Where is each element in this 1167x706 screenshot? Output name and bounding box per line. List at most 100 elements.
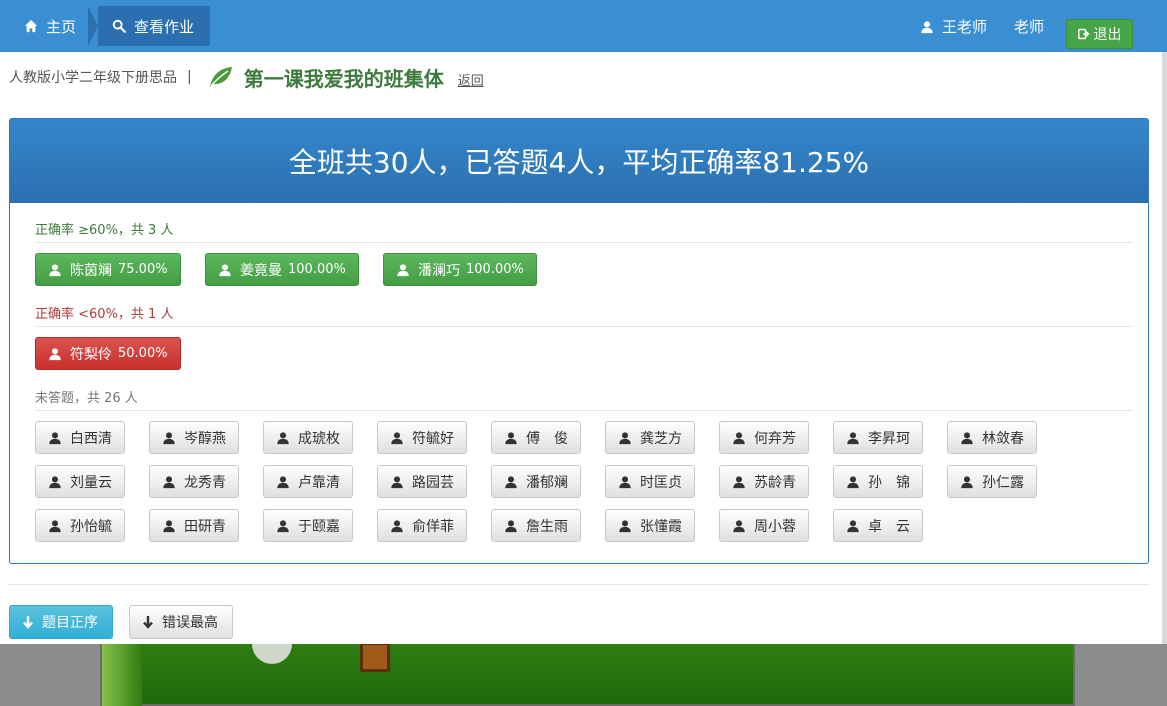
student-button[interactable]: 卓 云 (833, 509, 923, 542)
nav-home[interactable]: 主页 (10, 6, 90, 46)
back-link[interactable]: 返回 (458, 70, 484, 89)
student-button[interactable]: 潘澜巧 100.00% (383, 253, 537, 286)
student-button[interactable]: 刘量云 (35, 465, 125, 498)
user-icon (163, 519, 175, 532)
student-button[interactable]: 姜竟曼 100.00% (205, 253, 359, 286)
student-button[interactable]: 岑醇燕 (149, 421, 239, 454)
student-button[interactable]: 成琥枚 (263, 421, 353, 454)
user-icon (49, 347, 61, 360)
user-icon (277, 475, 289, 488)
student-button[interactable]: 龚芝方 (605, 421, 695, 454)
summary-text: 全班共30人，已答题4人，平均正确率81.25% (288, 146, 870, 179)
sort-by-error-button[interactable]: 错误最高 (129, 605, 233, 639)
user-icon (163, 431, 175, 444)
user-icon (219, 263, 231, 276)
background-shape (252, 642, 292, 664)
nav-user[interactable]: 王老师 (920, 16, 987, 37)
student-name: 岑醇燕 (184, 430, 226, 447)
student-button[interactable]: 周小蓉 (719, 509, 809, 542)
student-name: 姜竟曼 (240, 262, 282, 279)
student-button[interactable]: 路园芸 (377, 465, 467, 498)
divider (35, 326, 1133, 327)
summary-header: 全班共30人，已答题4人，平均正确率81.25% (10, 119, 1148, 203)
student-name: 陈茵斓 (70, 262, 112, 279)
student-button[interactable]: 张懂霞 (605, 509, 695, 542)
student-button[interactable]: 俞佯菲 (377, 509, 467, 542)
student-name: 孙仁露 (982, 474, 1024, 491)
student-name: 龚芝方 (640, 430, 682, 447)
nav-view-homework[interactable]: 查看作业 (88, 6, 211, 46)
student-button[interactable]: 詹生雨 (491, 509, 581, 542)
arrow-down-icon (143, 616, 153, 629)
student-button[interactable]: 何弃芳 (719, 421, 809, 454)
student-name: 林敛春 (982, 430, 1024, 447)
user-icon (505, 431, 517, 444)
student-button[interactable]: 田研青 (149, 509, 239, 542)
home-icon (24, 19, 38, 33)
student-button[interactable]: 孙仁露 (947, 465, 1037, 498)
footer-divider (9, 584, 1149, 585)
user-icon (391, 519, 403, 532)
user-icon (391, 431, 403, 444)
student-name: 傅 俊 (526, 430, 568, 447)
user-icon (277, 519, 289, 532)
student-button[interactable]: 时匡贞 (605, 465, 695, 498)
sort-by-question-button[interactable]: 题目正序 (9, 605, 113, 639)
group-label-unanswered: 未答题，共 26 人 (35, 391, 138, 406)
nav-home-label: 主页 (46, 17, 77, 36)
student-button[interactable]: 白西清 (35, 421, 125, 454)
student-button[interactable]: 符毓好 (377, 421, 467, 454)
student-button[interactable]: 龙秀青 (149, 465, 239, 498)
student-button[interactable]: 孙 锦 (833, 465, 923, 498)
breadcrumb-separator: | (187, 69, 192, 85)
student-button[interactable]: 陈茵斓 75.00% (35, 253, 181, 286)
student-name: 苏龄青 (754, 474, 796, 491)
background-scene (100, 640, 1075, 706)
student-name: 龙秀青 (184, 474, 226, 491)
group-label-pass: 正确率 ≥60%，共 3 人 (35, 223, 174, 238)
student-name: 潘澜巧 (418, 262, 460, 279)
student-button[interactable]: 孙怡毓 (35, 509, 125, 542)
lesson-title: 第一课我爱我的班集体 (243, 66, 444, 91)
user-icon (847, 431, 859, 444)
breadcrumb-course[interactable]: 人教版小学二年级下册思品 (9, 67, 177, 87)
student-name: 于颐嘉 (298, 518, 340, 535)
user-icon (49, 431, 61, 444)
student-name: 詹生雨 (526, 518, 568, 535)
divider (35, 242, 1133, 243)
student-score: 100.00% (466, 262, 524, 277)
logout-button[interactable]: 退出 (1066, 19, 1133, 49)
student-score: 75.00% (118, 262, 168, 277)
student-button[interactable]: 于颐嘉 (263, 509, 353, 542)
user-icon (733, 475, 745, 488)
student-name: 李昇珂 (868, 430, 910, 447)
student-name: 符毓好 (412, 430, 454, 447)
student-button[interactable]: 潘郁斓 (491, 465, 581, 498)
user-icon (733, 431, 745, 444)
background-grass (102, 642, 142, 706)
user-icon (619, 475, 631, 488)
student-name: 刘量云 (70, 474, 112, 491)
results-panel: 全班共30人，已答题4人，平均正确率81.25% 正确率 ≥60%，共 3 人 … (9, 118, 1149, 564)
user-icon (391, 475, 403, 488)
student-name: 何弃芳 (754, 430, 796, 447)
sort-by-question-label: 题目正序 (42, 615, 98, 631)
breadcrumb: 人教版小学二年级下册思品 | 第一课我爱我的班集体 返回 (9, 60, 484, 94)
student-name: 卓 云 (868, 518, 910, 535)
student-button[interactable]: 林敛春 (947, 421, 1037, 454)
logout-label: 退出 (1093, 27, 1122, 43)
leaf-icon (209, 67, 232, 87)
student-button[interactable]: 李昇珂 (833, 421, 923, 454)
user-icon (163, 475, 175, 488)
student-button[interactable]: 符梨伶 50.00% (35, 337, 181, 370)
student-button[interactable]: 卢靠清 (263, 465, 353, 498)
scrollbar[interactable] (1162, 52, 1167, 644)
student-button[interactable]: 苏龄青 (719, 465, 809, 498)
user-icon (49, 263, 61, 276)
group-label-fail: 正确率 <60%，共 1 人 (35, 307, 174, 322)
student-button[interactable]: 傅 俊 (491, 421, 581, 454)
user-icon (619, 431, 631, 444)
user-icon (277, 431, 289, 444)
divider (35, 410, 1133, 411)
student-name: 卢靠清 (298, 474, 340, 491)
